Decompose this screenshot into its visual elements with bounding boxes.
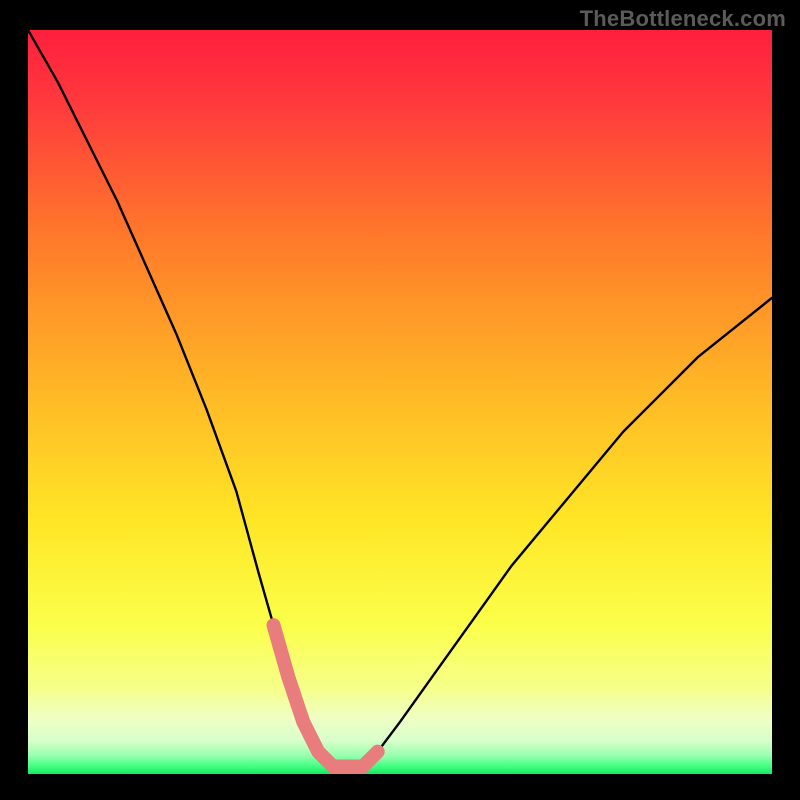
chart-stage: TheBottleneck.com (0, 0, 800, 800)
chart-svg (28, 30, 772, 774)
gradient-background (28, 30, 772, 774)
watermark-text: TheBottleneck.com (580, 6, 786, 32)
plot-area (28, 30, 772, 774)
